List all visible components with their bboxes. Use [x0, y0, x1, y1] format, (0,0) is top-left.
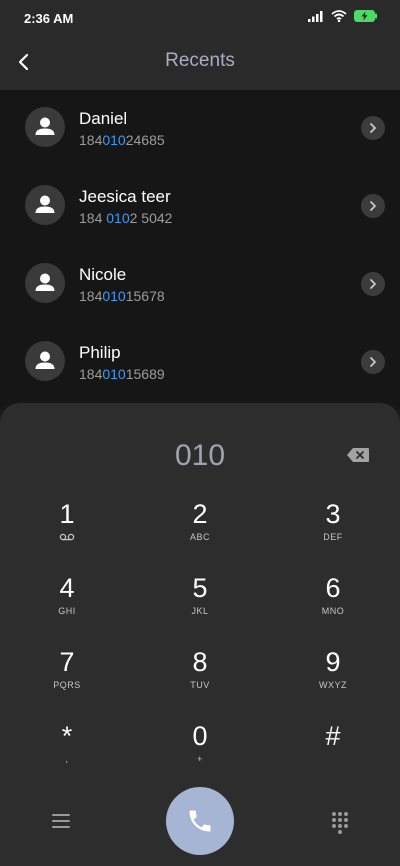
- key-digit: 7: [59, 647, 75, 677]
- avatar: [25, 263, 65, 303]
- key-letters: JKL: [191, 606, 209, 616]
- key-6[interactable]: 6 MNO: [283, 573, 383, 635]
- key-0[interactable]: 0 +: [150, 721, 250, 783]
- backspace-button[interactable]: [346, 447, 370, 463]
- contact-name: Philip: [79, 343, 121, 362]
- contact-number: 18401024685: [79, 132, 165, 148]
- key-digit: 8: [192, 647, 208, 677]
- status-icons: [308, 10, 378, 22]
- key-digit: *: [61, 721, 73, 751]
- key-8[interactable]: 8 TUV: [150, 647, 250, 709]
- key-digit: #: [325, 721, 341, 751]
- page-title: Recents: [165, 50, 235, 71]
- keypad-icon: [332, 812, 348, 834]
- key-digit: 4: [59, 573, 75, 603]
- key-digit: 9: [325, 647, 341, 677]
- battery-charging-icon: [354, 10, 377, 22]
- person-icon: [35, 273, 55, 291]
- avatar: [25, 107, 65, 147]
- dialer-bottom-bar: [0, 787, 400, 860]
- key-digit: 2: [192, 499, 208, 529]
- key-3[interactable]: 3 DEF: [283, 499, 383, 561]
- key-letters: +: [197, 754, 203, 764]
- key-letters: TUV: [190, 680, 210, 690]
- person-icon: [35, 117, 55, 135]
- chevron-right-icon: [370, 357, 376, 367]
- contact-number: 184 0102 5042: [79, 210, 173, 226]
- contact-number: 18401015678: [79, 288, 165, 304]
- voicemail-icon: [59, 533, 75, 541]
- menu-icon: [52, 814, 70, 828]
- key-letters: MNO: [321, 606, 345, 616]
- avatar: [25, 185, 65, 225]
- contact-details-button[interactable]: [361, 194, 385, 218]
- dial-input[interactable]: 010: [0, 439, 400, 473]
- key-9[interactable]: 9 WXYZ: [283, 647, 383, 709]
- key-letters: ,: [65, 754, 69, 764]
- key-digit: 1: [59, 499, 75, 529]
- phone-icon: [189, 810, 211, 832]
- recents-list: Daniel 18401024685 Jeesica teer 184 0102…: [0, 90, 400, 410]
- wifi-icon: [331, 10, 347, 22]
- signal-icon: [308, 11, 323, 22]
- call-button[interactable]: [166, 787, 234, 855]
- key-letters: ABC: [189, 532, 210, 542]
- avatar: [25, 341, 65, 381]
- contact-row[interactable]: Daniel 18401024685: [0, 90, 400, 168]
- contact-name: Jeesica teer: [79, 187, 171, 206]
- key-2[interactable]: 2 ABC: [150, 499, 250, 561]
- key-hash[interactable]: #: [283, 721, 383, 783]
- person-icon: [35, 195, 55, 213]
- key-4[interactable]: 4 GHI: [17, 573, 117, 635]
- key-digit: 6: [325, 573, 341, 603]
- menu-button[interactable]: [48, 808, 74, 834]
- key-letters: GHI: [58, 606, 76, 616]
- key-letters: PQRS: [53, 680, 81, 690]
- key-1[interactable]: 1: [17, 499, 117, 561]
- contact-details-button[interactable]: [361, 272, 385, 296]
- contact-name: Daniel: [79, 109, 128, 128]
- contact-details-button[interactable]: [361, 350, 385, 374]
- contact-number: 18401015689: [79, 366, 165, 382]
- key-letters: DEF: [323, 532, 343, 542]
- key-digit: 5: [192, 573, 208, 603]
- backspace-icon: [347, 448, 369, 462]
- chevron-right-icon: [370, 123, 376, 133]
- key-letters: WXYZ: [319, 680, 347, 690]
- status-bar: 2:36 AM: [0, 0, 400, 36]
- person-icon: [35, 351, 55, 369]
- keypad-toggle-button[interactable]: [328, 810, 352, 834]
- status-time: 2:36 AM: [24, 11, 74, 26]
- key-digit: 0: [192, 721, 208, 751]
- contact-row[interactable]: Philip 18401015689: [0, 324, 400, 402]
- contact-row[interactable]: Nicole 18401015678: [0, 246, 400, 324]
- chevron-right-icon: [370, 201, 376, 211]
- contact-details-button[interactable]: [361, 116, 385, 140]
- contact-row[interactable]: Jeesica teer 184 0102 5042: [0, 168, 400, 246]
- key-digit: 3: [325, 499, 341, 529]
- chevron-right-icon: [370, 279, 376, 289]
- key-star[interactable]: * ,: [17, 721, 117, 783]
- app-header: Recents: [0, 36, 400, 90]
- key-5[interactable]: 5 JKL: [150, 573, 250, 635]
- contact-name: Nicole: [79, 265, 127, 284]
- key-7[interactable]: 7 PQRS: [17, 647, 117, 709]
